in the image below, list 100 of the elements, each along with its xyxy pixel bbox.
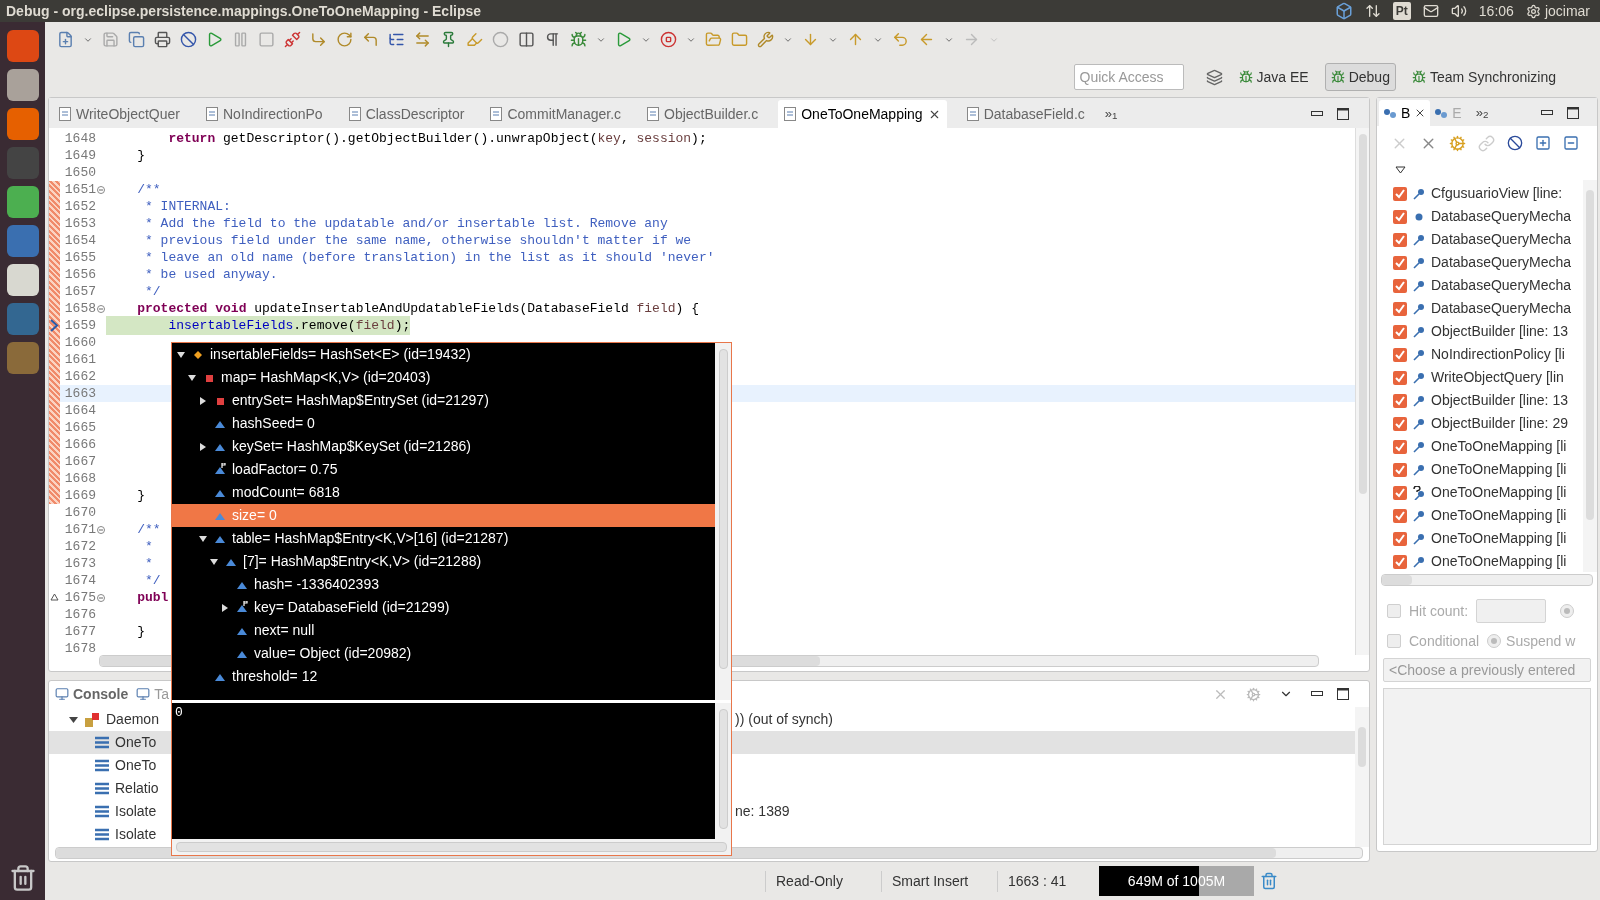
maximize-icon[interactable] (1337, 108, 1349, 120)
new-file-icon[interactable] (57, 31, 74, 48)
checkbox[interactable] (1393, 439, 1407, 454)
breakpoint-item[interactable]: OneToOneMapping [li (1377, 527, 1583, 550)
checkbox[interactable] (1393, 278, 1407, 293)
collapse-all-icon[interactable] (1563, 135, 1579, 151)
breakpoint-item[interactable]: OneToOneMapping [li (1377, 550, 1583, 573)
expanded-arrow-icon[interactable] (209, 556, 219, 567)
checkbox[interactable] (1393, 393, 1407, 408)
checkbox[interactable] (1393, 301, 1407, 316)
variable-row[interactable]: key= DatabaseField (id=21299) (172, 596, 715, 619)
fold-icon[interactable] (97, 593, 105, 602)
editor-tab[interactable]: WriteObjectQuer (53, 100, 186, 128)
variable-row[interactable]: entrySet= HashMap$EntrySet (id=21297) (172, 389, 715, 412)
breakpoint-item[interactable]: ObjectBuilder [line: 13 (1377, 389, 1583, 412)
editor-tab[interactable]: ObjectBuilder.c (641, 100, 765, 128)
vertical-scrollbar[interactable] (715, 343, 731, 700)
highlighter-icon[interactable] (466, 31, 483, 48)
breakpoint-item[interactable]: CfgusuarioView [line: (1377, 182, 1583, 205)
pilcrow-icon[interactable] (544, 31, 561, 48)
editor-tab[interactable]: OneToOneMapping (778, 100, 947, 128)
checkbox[interactable] (1393, 324, 1407, 339)
gears-icon[interactable] (1449, 134, 1466, 152)
perspective-button[interactable]: Team Synchronizing (1405, 63, 1562, 91)
checkbox[interactable] (1393, 232, 1407, 247)
pin-icon[interactable] (440, 31, 457, 48)
variable-row[interactable]: value= Object (id=20982) (172, 642, 715, 665)
checkbox[interactable] (1393, 531, 1407, 546)
save-icon[interactable] (102, 31, 119, 48)
horizontal-scrollbar[interactable] (172, 839, 731, 855)
vertical-scrollbar[interactable] (1355, 128, 1369, 655)
maximize-icon[interactable] (1567, 107, 1579, 119)
step-into-icon[interactable] (310, 31, 327, 48)
checkbox[interactable] (1393, 209, 1407, 224)
fold-icon[interactable] (97, 185, 105, 194)
editor-tab[interactable]: CommitManager.c (484, 100, 628, 128)
checkbox[interactable] (1393, 462, 1407, 477)
app-icon[interactable] (6, 264, 39, 296)
variable-row[interactable]: loadFactor= 0.75 (172, 458, 715, 481)
breakpoint-item[interactable]: NoIndirectionPolicy [li (1377, 343, 1583, 366)
collapsed-arrow-icon[interactable] (220, 602, 230, 613)
editor-tab[interactable]: DatabaseField.c (960, 100, 1091, 128)
volume-icon[interactable] (1450, 3, 1467, 19)
horizontal-scrollbar[interactable] (1381, 574, 1593, 586)
folder-icon[interactable] (731, 31, 748, 48)
variable-row[interactable]: hashSeed= 0 (172, 412, 715, 435)
clock[interactable]: 16:06 (1478, 0, 1514, 22)
breakpoint-item[interactable]: OneToOneMapping [li (1377, 458, 1583, 481)
hit-count-field[interactable] (1476, 599, 1547, 623)
arrow-left-icon[interactable] (918, 31, 935, 48)
user-name[interactable]: jocimar (1544, 0, 1590, 22)
checkbox[interactable] (1393, 508, 1407, 523)
app-icon[interactable] (6, 186, 39, 218)
step-over-icon[interactable] (336, 31, 353, 48)
expanded-arrow-icon[interactable] (198, 533, 208, 544)
wrench-icon[interactable] (757, 31, 774, 48)
pause-icon[interactable] (232, 31, 249, 48)
expand-all-icon[interactable] (1535, 135, 1551, 151)
checkbox[interactable] (1393, 416, 1407, 431)
arrows-icon[interactable] (414, 31, 431, 48)
stack-frame-item[interactable]: Isolate (95, 801, 157, 822)
breakpoint-item[interactable]: DatabaseQueryMecha (1377, 251, 1583, 274)
bug-icon[interactable] (570, 31, 587, 48)
breakpoint-item[interactable]: OneToOneMapping [li (1377, 504, 1583, 527)
breakpoint-item[interactable]: ObjectBuilder [line: 29 (1377, 412, 1583, 435)
view-menu-icon[interactable] (1395, 166, 1406, 174)
expanded-arrow-icon[interactable] (187, 372, 197, 383)
printer-icon[interactable] (154, 31, 171, 48)
tab-overflow-button[interactable]: »$_{2}$ (1475, 100, 1489, 126)
step-return-icon[interactable] (362, 31, 379, 48)
open-perspective-icon[interactable] (1205, 68, 1223, 86)
maximize-icon[interactable] (1337, 688, 1349, 700)
mail-icon[interactable] (1422, 3, 1439, 19)
resume-icon[interactable] (206, 31, 223, 48)
stack-frame-item[interactable]: Relatio (95, 778, 159, 799)
breakpoint-item[interactable]: OneToOneMapping [li (1377, 435, 1583, 458)
checkbox[interactable] (1393, 554, 1407, 569)
checkbox[interactable] (1393, 370, 1407, 385)
skip-icon[interactable] (1507, 135, 1523, 151)
minimize-icon[interactable] (1311, 691, 1323, 697)
list-icon[interactable] (388, 31, 405, 48)
panel-tab[interactable]: Console (55, 683, 129, 705)
variable-row[interactable]: modCount= 6818 (172, 481, 715, 504)
fold-icon[interactable] (97, 304, 105, 313)
checkbox[interactable] (1393, 485, 1407, 500)
disconnect-icon[interactable] (284, 31, 301, 48)
stop-icon[interactable] (258, 31, 275, 48)
variable-row[interactable]: insertableFields= HashSet<E> (id=19432) (172, 343, 715, 366)
view-tab[interactable]: B (1379, 100, 1431, 126)
trash-icon[interactable] (8, 864, 37, 892)
app-icon[interactable] (6, 108, 39, 140)
breakpoint-item[interactable]: DatabaseQueryMecha (1377, 205, 1583, 228)
columns-icon[interactable] (518, 31, 535, 48)
variable-row[interactable]: hash= -1336402393 (172, 573, 715, 596)
stack-frame-item[interactable]: OneTo (95, 732, 157, 753)
variable-row[interactable]: map= HashMap<K,V> (id=20403) (172, 366, 715, 389)
copy-icon[interactable] (128, 31, 145, 48)
collapsed-arrow-icon[interactable] (198, 441, 208, 452)
app-icon[interactable] (6, 69, 39, 101)
stack-frame-item[interactable]: OneTo (95, 755, 157, 776)
